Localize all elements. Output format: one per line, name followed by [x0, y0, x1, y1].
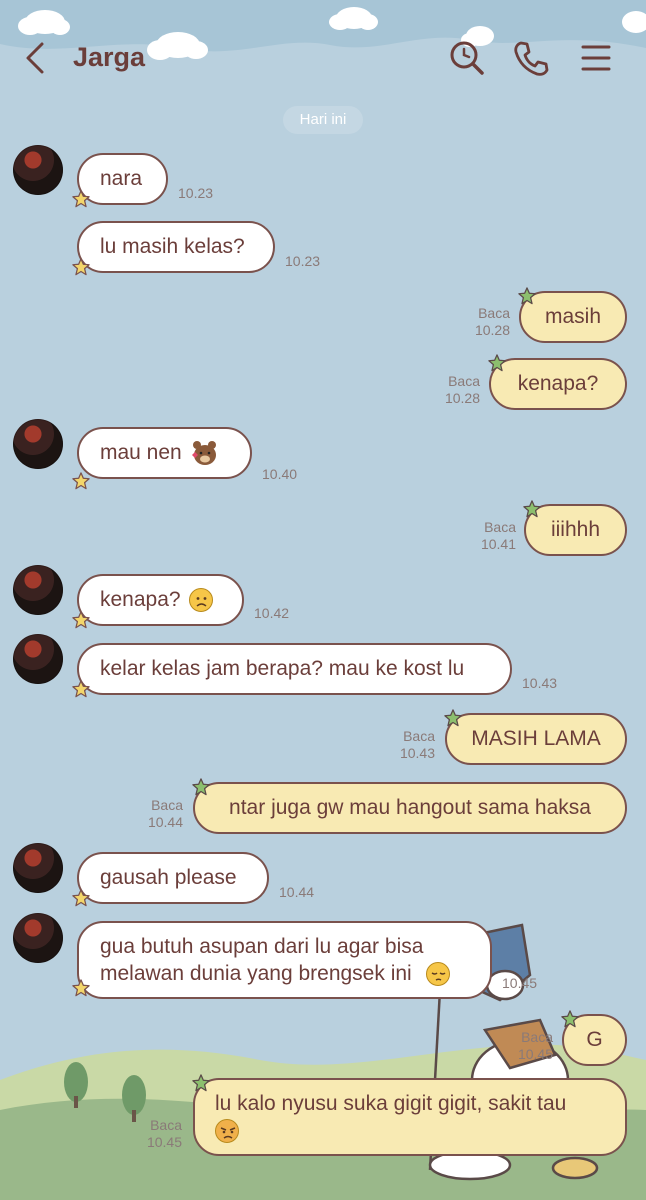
- chat-title: Jarga: [73, 42, 146, 72]
- star-icon: [488, 354, 506, 372]
- avatar[interactable]: [13, 913, 63, 963]
- message-bubble-incoming[interactable]: kenapa?: [77, 574, 244, 626]
- message-bubble-outgoing[interactable]: lu kalo nyusu suka gigit gigit, sakit ta…: [193, 1078, 627, 1156]
- message-text: gausah please: [100, 866, 237, 889]
- angry-face-icon: [215, 1119, 239, 1144]
- avatar[interactable]: [13, 145, 63, 195]
- avatar[interactable]: [13, 634, 63, 684]
- message-text: masih: [544, 305, 602, 328]
- message-time: 10.23: [285, 253, 321, 269]
- message-bubble-outgoing[interactable]: kenapa?: [489, 358, 627, 410]
- star-icon: [72, 680, 90, 698]
- phone-icon[interactable]: [511, 38, 551, 78]
- message-bubble-outgoing[interactable]: MASIH LAMA: [445, 713, 627, 765]
- message-text: kenapa?: [517, 372, 599, 395]
- message-text: kenapa?: [100, 588, 181, 611]
- star-icon: [72, 472, 90, 490]
- message-bubble-outgoing[interactable]: ntar juga gw mau hangout sama haksa: [193, 782, 627, 834]
- read-receipt: Baca 10.43: [399, 728, 435, 761]
- bear-kiss-icon: [191, 441, 216, 465]
- star-icon: [72, 889, 90, 907]
- star-icon: [561, 1010, 579, 1028]
- message-time: 10.23: [178, 185, 214, 201]
- date-separator: Hari ini: [283, 106, 363, 134]
- message-text: mau nen: [100, 441, 182, 464]
- star-icon: [192, 778, 210, 796]
- message-text: kelar kelas jam berapa? mau ke kost lu: [100, 657, 465, 680]
- message-bubble-incoming[interactable]: kelar kelas jam berapa? mau ke kost lu: [77, 643, 512, 695]
- message-text: nara: [100, 167, 143, 190]
- message-time: 10.45: [502, 975, 538, 991]
- message-time: 10.42: [254, 605, 290, 621]
- message-text: ntar juga gw mau hangout sama haksa: [229, 796, 591, 819]
- search-clock-icon[interactable]: [446, 38, 486, 78]
- message-time: 10.44: [279, 884, 315, 900]
- message-text: G: [586, 1028, 603, 1051]
- star-icon: [72, 190, 90, 208]
- avatar[interactable]: [13, 565, 63, 615]
- star-icon: [72, 979, 90, 997]
- message-bubble-incoming[interactable]: gausah please: [77, 852, 269, 904]
- message-text-line-2: [215, 1117, 239, 1144]
- message-text-line-1: gua butuh asupan dari lu agar bisa: [100, 935, 424, 958]
- avatar[interactable]: [13, 843, 63, 893]
- message-bubble-incoming[interactable]: mau nen: [77, 427, 252, 479]
- read-receipt: Baca 10.41: [480, 519, 516, 552]
- message-text: iiihhh: [550, 518, 601, 541]
- avatar[interactable]: [13, 419, 63, 469]
- star-icon: [192, 1074, 210, 1092]
- message-text-line-1: lu kalo nyusu suka gigit gigit, sakit ta…: [215, 1092, 567, 1115]
- read-receipt: Baca 10.28: [474, 305, 510, 338]
- star-icon: [518, 287, 536, 305]
- message-bubble-incoming[interactable]: gua butuh asupan dari lu agar bisa melaw…: [77, 921, 492, 999]
- chevron-left-icon[interactable]: [16, 38, 56, 78]
- message-bubble-incoming[interactable]: lu masih kelas?: [77, 221, 275, 273]
- message-text: lu masih kelas?: [100, 235, 245, 258]
- read-receipt: Baca 10.44: [147, 797, 183, 830]
- message-time: 10.43: [522, 675, 558, 691]
- message-bubble-incoming[interactable]: nara: [77, 153, 168, 205]
- read-receipt: Baca 10.28: [444, 373, 480, 406]
- message-text: MASIH LAMA: [471, 727, 601, 750]
- star-icon: [523, 500, 541, 518]
- frowning-face-icon: [188, 588, 213, 612]
- read-receipt: Baca 10.45: [146, 1117, 182, 1150]
- message-text-line-2: melawan dunia yang brengsek ini: [100, 960, 450, 987]
- read-receipt: Baca 10.45: [517, 1029, 553, 1062]
- message-time: 10.40: [262, 466, 298, 482]
- star-icon: [72, 611, 90, 629]
- star-icon: [72, 258, 90, 276]
- chat-header: Jarga: [0, 0, 646, 120]
- pensive-face-icon: [425, 962, 450, 987]
- star-icon: [444, 709, 462, 727]
- hamburger-menu-icon[interactable]: [576, 38, 616, 78]
